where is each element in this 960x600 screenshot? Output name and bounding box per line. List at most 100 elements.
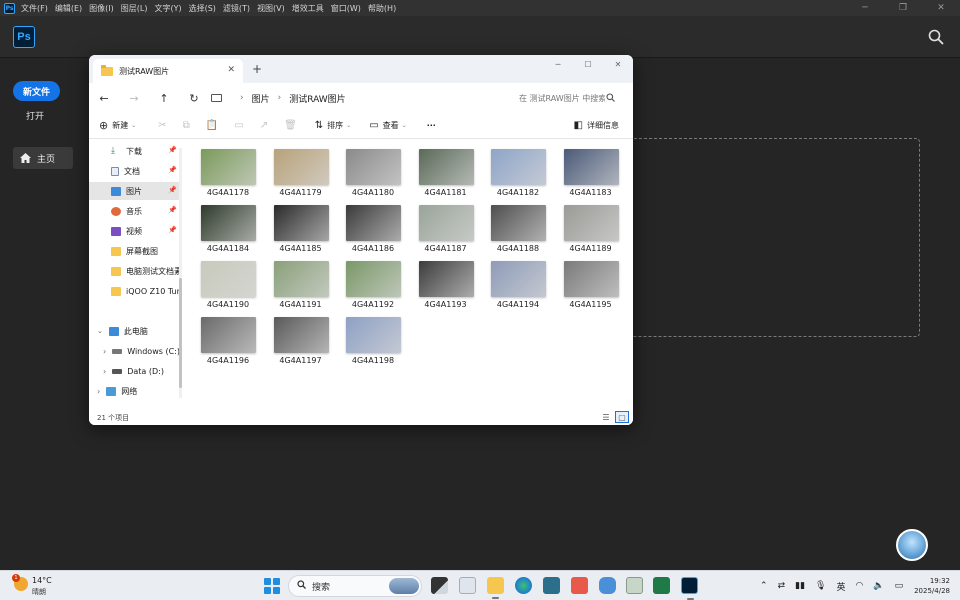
file-item[interactable]: 4G4A1184 <box>196 198 260 253</box>
new-tab-button[interactable]: + <box>252 62 262 76</box>
menu-item[interactable]: 滤镜(T) <box>223 3 250 14</box>
task-view-icon[interactable] <box>431 577 448 594</box>
wifi-icon[interactable]: ◠ <box>856 581 864 591</box>
file-item[interactable]: 4G4A1192 <box>341 254 405 309</box>
sidebar-item-drive-c[interactable]: › Windows (C:) <box>89 342 181 360</box>
menu-item[interactable]: 增效工具 <box>292 3 324 14</box>
file-item[interactable]: 4G4A1186 <box>341 198 405 253</box>
breadcrumb-pictures[interactable]: 图片 <box>252 92 270 105</box>
red-app-icon[interactable] <box>571 577 588 594</box>
sidebar-item-downloads[interactable]: ⤓ 下载 📌 <box>89 142 181 160</box>
speaker-icon[interactable]: 🔈 <box>873 581 884 591</box>
sidebar-item-videos[interactable]: 视频 📌 <box>89 222 181 240</box>
weather-widget[interactable]: 1 14°C 晴朗 <box>12 574 82 598</box>
battery-icon[interactable]: ▭ <box>895 581 904 591</box>
menu-item[interactable]: 图层(L) <box>121 3 148 14</box>
file-item[interactable]: 4G4A1197 <box>269 310 333 365</box>
view-button[interactable]: ▭ 查看 ⌄ <box>369 120 406 131</box>
maximize-icon[interactable]: ☐ <box>573 55 603 73</box>
search-icon[interactable] <box>928 29 944 45</box>
sidebar-item-iqoo[interactable]: iQOO Z10 Turb <box>89 282 181 300</box>
copy-icon[interactable]: ⧉ <box>183 120 190 131</box>
file-item[interactable]: 4G4A1182 <box>486 142 550 197</box>
audio-levels-icon[interactable]: ▮▮ <box>795 581 805 591</box>
sidebar-item-network[interactable]: › 网络 <box>89 382 181 400</box>
maximize-icon[interactable]: ❐ <box>884 0 922 16</box>
menu-item[interactable]: 窗口(W) <box>331 3 361 14</box>
explorer-tab[interactable]: 测试RAW图片 ✕ <box>93 59 243 83</box>
sidebar-item-screenshots[interactable]: 屏幕截图 <box>89 242 181 260</box>
menu-item[interactable]: 选择(S) <box>189 3 216 14</box>
file-item[interactable]: 4G4A1190 <box>196 254 260 309</box>
file-item[interactable]: 4G4A1188 <box>486 198 550 253</box>
close-icon[interactable]: ✕ <box>603 55 633 73</box>
file-item[interactable]: 4G4A1196 <box>196 310 260 365</box>
file-item[interactable]: 4G4A1194 <box>486 254 550 309</box>
excel-icon[interactable] <box>653 577 670 594</box>
snipping-tool-icon[interactable] <box>626 577 643 594</box>
file-item[interactable]: 4G4A1179 <box>269 142 333 197</box>
usb-icon[interactable]: ⇄ <box>778 581 786 591</box>
rename-icon[interactable]: ▭ <box>234 120 243 131</box>
file-item[interactable]: 4G4A1191 <box>269 254 333 309</box>
taskbar-search[interactable]: 搜索 <box>288 575 422 597</box>
breadcrumb-folder[interactable]: 测试RAW图片 <box>289 92 345 105</box>
file-item[interactable]: 4G4A1198 <box>341 310 405 365</box>
refresh-icon[interactable]: ↻ <box>179 83 209 113</box>
sidebar-item-test-docs[interactable]: 电脑测试文档素 <box>89 262 181 280</box>
menu-item[interactable]: 文件(F) <box>21 3 48 14</box>
new-file-button[interactable]: 新文件 <box>13 81 60 101</box>
sidebar-item-pictures[interactable]: 图片 📌 <box>89 182 181 200</box>
menu-item[interactable]: 帮助(H) <box>368 3 396 14</box>
microphone-icon[interactable]: 🎙 <box>815 581 826 591</box>
widgets-icon[interactable] <box>459 577 476 594</box>
sort-button[interactable]: ⇅ 排序 ⌄ <box>315 120 351 131</box>
forward-arrow-icon[interactable]: → <box>119 83 149 113</box>
share-icon[interactable]: ↗ <box>260 120 268 131</box>
file-item[interactable]: 4G4A1195 <box>559 254 623 309</box>
explorer-search-input[interactable]: 在 测试RAW图片 中搜索 <box>513 87 627 109</box>
menu-item[interactable]: 图像(I) <box>89 3 114 14</box>
paste-icon[interactable]: 📋 <box>206 120 218 131</box>
file-item[interactable]: 4G4A1187 <box>414 198 478 253</box>
file-item[interactable]: 4G4A1185 <box>269 198 333 253</box>
minimize-icon[interactable]: ─ <box>846 0 884 16</box>
sidebar-item-documents[interactable]: 文档 📌 <box>89 162 181 180</box>
close-icon[interactable]: ✕ <box>922 0 960 16</box>
open-button[interactable]: 打开 <box>26 109 44 122</box>
details-button[interactable]: ◧ 详细信息 <box>574 120 619 131</box>
file-drop-zone[interactable] <box>620 138 920 337</box>
sidebar-item-music[interactable]: 音乐 📌 <box>89 202 181 220</box>
details-view-icon[interactable]: ☰ <box>599 411 613 423</box>
chevron-up-icon[interactable]: ⌃ <box>760 581 768 591</box>
menu-item[interactable]: 视图(V) <box>257 3 285 14</box>
ime-indicator[interactable]: 英 <box>836 580 845 593</box>
ps-logo[interactable]: Ps <box>13 26 35 48</box>
start-button[interactable] <box>264 578 280 594</box>
new-button[interactable]: ⊕ 新建 ⌄ <box>99 119 136 132</box>
edge-browser-icon[interactable] <box>515 577 532 594</box>
photoshop-taskbar-icon[interactable] <box>681 577 698 600</box>
clock[interactable]: 19:32 2025/4/28 <box>914 576 950 596</box>
nav-home[interactable]: 主页 <box>13 147 73 169</box>
file-item[interactable]: 4G4A1180 <box>341 142 405 197</box>
tab-close-icon[interactable]: ✕ <box>227 65 235 75</box>
cloud-app-icon[interactable] <box>599 577 616 594</box>
up-arrow-icon[interactable]: ↑ <box>149 83 179 113</box>
sidebar-item-drive-d[interactable]: › Data (D:) <box>89 362 181 380</box>
minimize-icon[interactable]: ─ <box>543 55 573 73</box>
sidebar-item-this-pc[interactable]: ⌄ 此电脑 <box>89 322 181 340</box>
store-icon[interactable] <box>543 577 560 594</box>
file-item[interactable]: 4G4A1193 <box>414 254 478 309</box>
menu-item[interactable]: 文字(Y) <box>154 3 181 14</box>
back-arrow-icon[interactable]: ← <box>89 83 119 113</box>
more-button[interactable]: ··· <box>427 121 436 130</box>
file-item[interactable]: 4G4A1178 <box>196 142 260 197</box>
file-item[interactable]: 4G4A1189 <box>559 198 623 253</box>
file-explorer-taskbar-icon[interactable] <box>487 577 504 599</box>
thumbnail-view-icon[interactable]: ▢ <box>615 411 629 423</box>
sidebar-scrollbar[interactable] <box>179 148 182 398</box>
file-item[interactable]: 4G4A1181 <box>414 142 478 197</box>
cut-icon[interactable]: ✂ <box>158 120 166 131</box>
floating-avatar[interactable] <box>896 529 928 561</box>
